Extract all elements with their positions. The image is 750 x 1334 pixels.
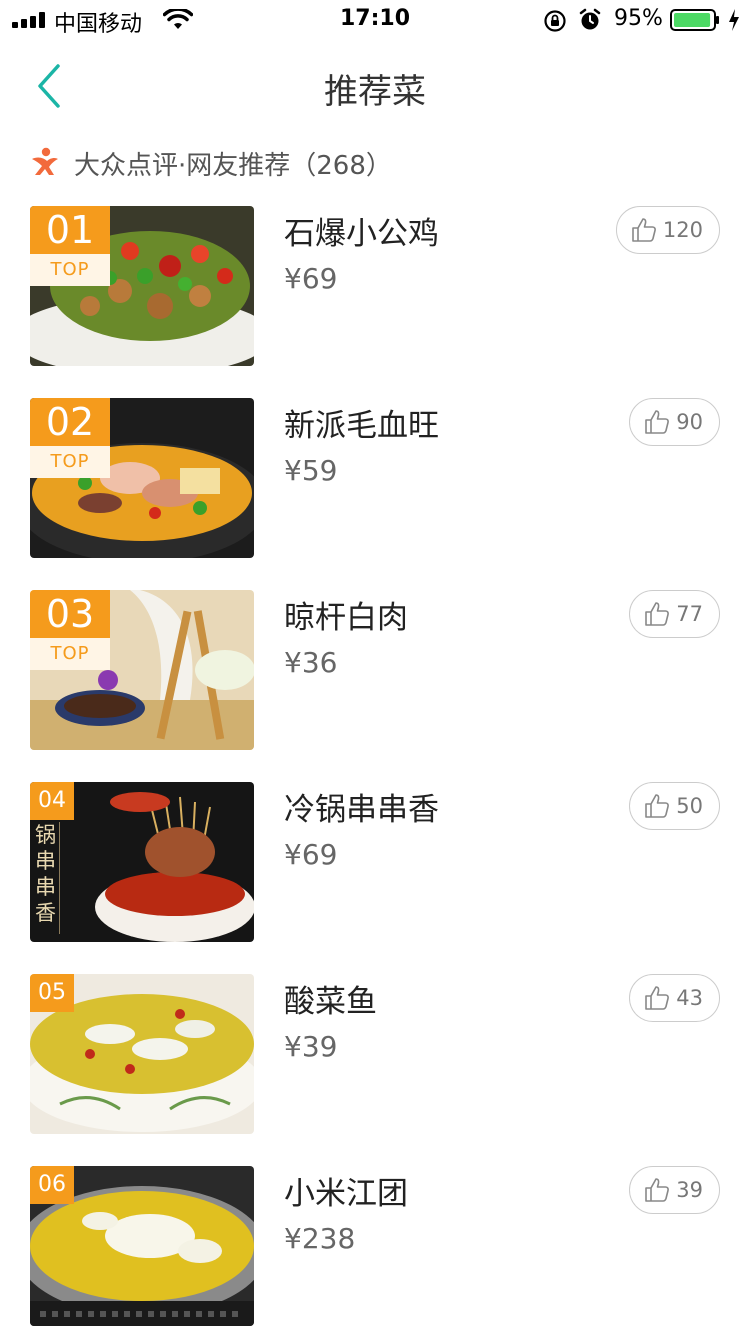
rank-number: 02 [30,398,110,446]
like-count: 50 [676,794,703,818]
like-button[interactable]: 90 [629,398,720,446]
dish-name[interactable]: 晾杆白肉 [284,592,408,637]
rank-badge: 02 TOP [30,398,110,478]
thumbs-up-icon [645,794,670,818]
dish-photo[interactable]: 06 [30,1166,254,1326]
dish-photo[interactable]: 01 TOP [30,206,254,366]
dish-item[interactable]: 04 锅串串香 冷锅串串香 ¥69 50 [0,782,750,942]
dish-item[interactable]: 02 TOP 新派毛血旺 ¥59 90 [0,398,750,558]
dish-price: ¥69 [284,838,338,871]
rank-number: 03 [30,590,110,638]
battery-percentage: 95% [614,6,663,31]
dish-item[interactable]: 01 TOP 石爆小公鸡 ¥69 120 [0,206,750,366]
like-button[interactable]: 77 [629,590,720,638]
dish-price: ¥36 [284,646,338,679]
dish-photo[interactable]: 05 [30,974,254,1134]
top-label: TOP [30,638,110,670]
rank-number: 01 [30,206,110,254]
dish-photo[interactable]: 03 TOP [30,590,254,750]
status-bar: 中国移动 17:10 95% [0,0,750,40]
dish-name[interactable]: 新派毛血旺 [284,400,439,445]
dianping-icon [32,147,58,175]
page-title: 推荐菜 [324,72,426,112]
thumbs-up-icon [632,218,656,242]
thumbs-up-icon [645,602,670,626]
rank-badge: 04 [30,782,74,820]
dish-price: ¥238 [284,1222,356,1255]
thumbnail-caption: 锅串串香 [32,822,60,934]
orientation-lock-icon [544,10,566,32]
thumbs-up-icon [645,1178,670,1202]
alarm-icon [579,8,601,30]
like-button[interactable]: 39 [629,1166,720,1214]
like-button[interactable]: 120 [615,206,720,254]
navigation-bar: 推荐菜 [0,40,750,130]
source-label: 大众点评·网友推荐（268） [74,151,392,181]
dish-item[interactable]: 06 小米江团 ¥238 39 [0,1166,750,1326]
battery-icon [670,9,719,31]
like-count: 90 [676,410,703,434]
like-count: 43 [676,986,703,1010]
top-label: TOP [30,254,110,286]
rank-badge: 05 [30,974,74,1012]
dish-photo[interactable]: 04 锅串串香 [30,782,254,942]
dish-item[interactable]: 03 TOP 晾杆白肉 ¥36 77 [0,590,750,750]
dish-name[interactable]: 小米江团 [284,1168,408,1213]
rank-badge: 01 TOP [30,206,110,286]
charging-icon [729,9,739,31]
dish-name[interactable]: 石爆小公鸡 [284,208,439,253]
top-label: TOP [30,446,110,478]
thumbs-up-icon [645,410,670,434]
like-count: 39 [676,1178,703,1202]
rank-badge: 06 [30,1166,74,1204]
dish-item[interactable]: 05 酸菜鱼 ¥39 43 [0,974,750,1134]
like-count: 77 [676,602,703,626]
dish-price: ¥69 [284,262,338,295]
dish-photo[interactable]: 02 TOP [30,398,254,558]
like-button[interactable]: 50 [629,782,720,830]
dish-price: ¥59 [284,454,338,487]
like-button[interactable]: 43 [629,974,720,1022]
dish-name[interactable]: 酸菜鱼 [284,976,377,1021]
dish-price: ¥39 [284,1030,338,1063]
thumbs-up-icon [645,986,670,1010]
rank-badge: 03 TOP [30,590,110,670]
dish-name[interactable]: 冷锅串串香 [284,784,439,829]
like-count: 120 [662,218,703,242]
